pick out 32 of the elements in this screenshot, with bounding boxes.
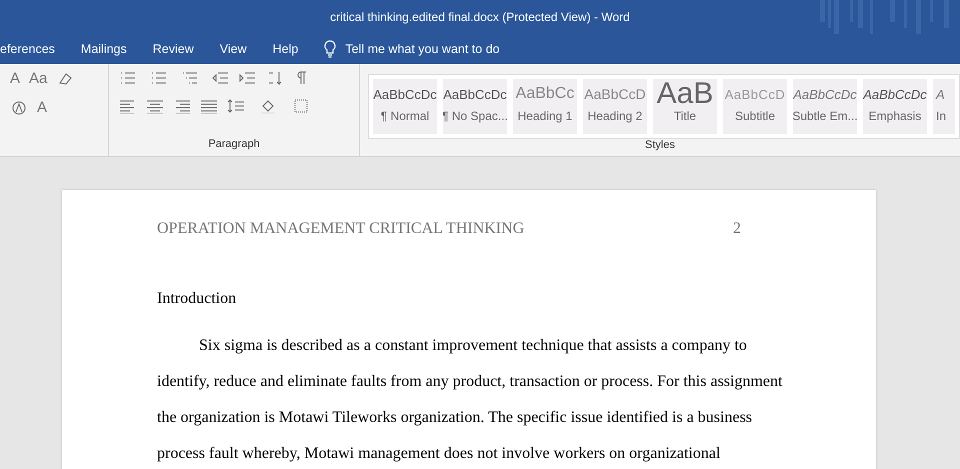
running-header: OPERATION MANAGEMENT CRITICAL THINKING [157, 220, 524, 238]
decrease-indent-icon[interactable] [212, 70, 230, 86]
ribbon-tab[interactable]: Review [140, 34, 207, 64]
window-title: critical thinking.edited final.docx (Protected View) - Word [330, 10, 630, 24]
font-color-button[interactable]: A [37, 99, 48, 116]
section-heading: Introduction [157, 290, 238, 308]
page-number: 2 [733, 220, 741, 238]
align-right-icon[interactable] [173, 98, 191, 114]
group-label: Paragraph [207, 138, 261, 152]
justify-icon[interactable] [200, 98, 218, 114]
style-gallery-item[interactable]: A In [933, 79, 955, 134]
style-gallery-item[interactable]: AaBbCcD Subtitle [723, 79, 787, 134]
align-left-icon[interactable] [119, 98, 137, 114]
style-gallery-item[interactable]: AaB Title [653, 79, 717, 134]
sort-icon[interactable] [266, 70, 284, 86]
grow-font-button[interactable]: A [10, 70, 20, 87]
text-effects-icon[interactable] [10, 100, 28, 116]
tell-me-search-field[interactable]: Tell me what you want to do [345, 42, 500, 56]
ribbon-tab[interactable]: eferences [0, 34, 68, 64]
body-paragraph: Six sigma is described as a constant improvement technique that assists a company to identify, reduce and eliminate faults from any product, transaction or process. For this assignment the organization is Motawi Tileworks organization. The specific issue identified is a business process fault whereby, Motawi management does not involve workers on organizational [157, 336, 784, 464]
lightbulb-icon [323, 40, 338, 58]
ribbon-tab[interactable]: Help [260, 34, 312, 64]
align-center-icon[interactable] [146, 98, 164, 114]
ribbon-tab[interactable]: Mailings [68, 34, 140, 64]
style-gallery-item[interactable]: AaBbCc Heading 1 [513, 79, 577, 134]
clear-formatting-icon[interactable] [56, 70, 74, 86]
style-gallery-item[interactable]: AaBbCcD Heading 2 [583, 79, 647, 134]
group-label: Styles [644, 138, 676, 153]
change-case-button[interactable]: Aa [29, 70, 48, 87]
ribbon-tab[interactable]: View [206, 34, 260, 64]
style-gallery-item[interactable]: AaBbCcDc ¶ Normal [373, 79, 437, 134]
increase-indent-icon[interactable] [239, 70, 257, 86]
